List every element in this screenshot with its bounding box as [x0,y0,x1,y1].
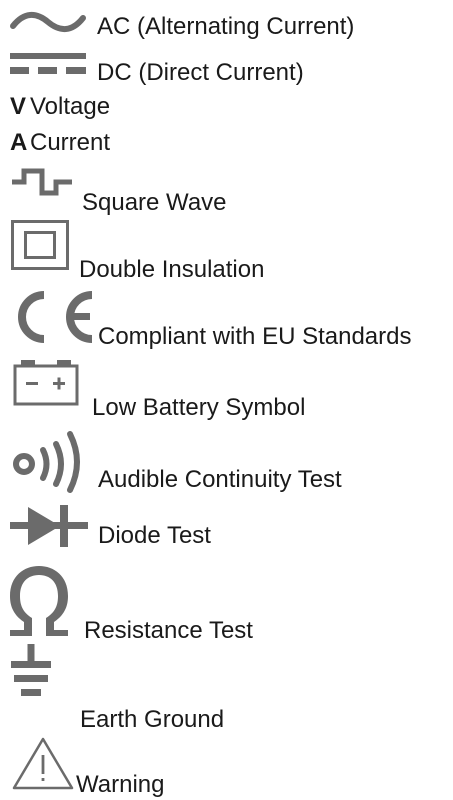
legend-label-warning: Warning [76,771,165,798]
legend-label-continuity: Audible Continuity Test [98,466,342,493]
legend-label-double-insulation: Double Insulation [79,256,265,283]
voltage-letter: V [10,93,27,120]
low-battery-icon [13,360,79,406]
warning-triangle-icon [12,736,74,790]
legend-label-earth-ground: Earth Ground [80,706,225,733]
legend-label-resistance: Resistance Test [84,617,253,644]
legend-label-voltage: Voltage [30,93,111,120]
legend-label-current: Current [30,129,111,156]
legend-label-ac: AC (Alternating Current) [97,13,355,40]
ac-wave-icon [10,10,86,34]
continuity-sound-icon [12,428,92,493]
dc-lines-icon [10,53,86,79]
double-insulation-icon [11,220,69,270]
legend-label-low-battery: Low Battery Symbol [92,394,306,421]
legend-label-dc: DC (Direct Current) [97,59,304,86]
legend-label-diode: Diode Test [98,522,211,549]
ce-mark-icon [12,290,96,344]
current-letter: A [10,129,28,156]
diode-icon [10,505,88,547]
ohm-icon [10,564,68,636]
earth-ground-icon [11,644,51,696]
square-wave-icon [10,168,74,198]
legend-label-ce: Compliant with EU Standards [98,323,412,350]
legend-label-square-wave: Square Wave [82,189,227,216]
